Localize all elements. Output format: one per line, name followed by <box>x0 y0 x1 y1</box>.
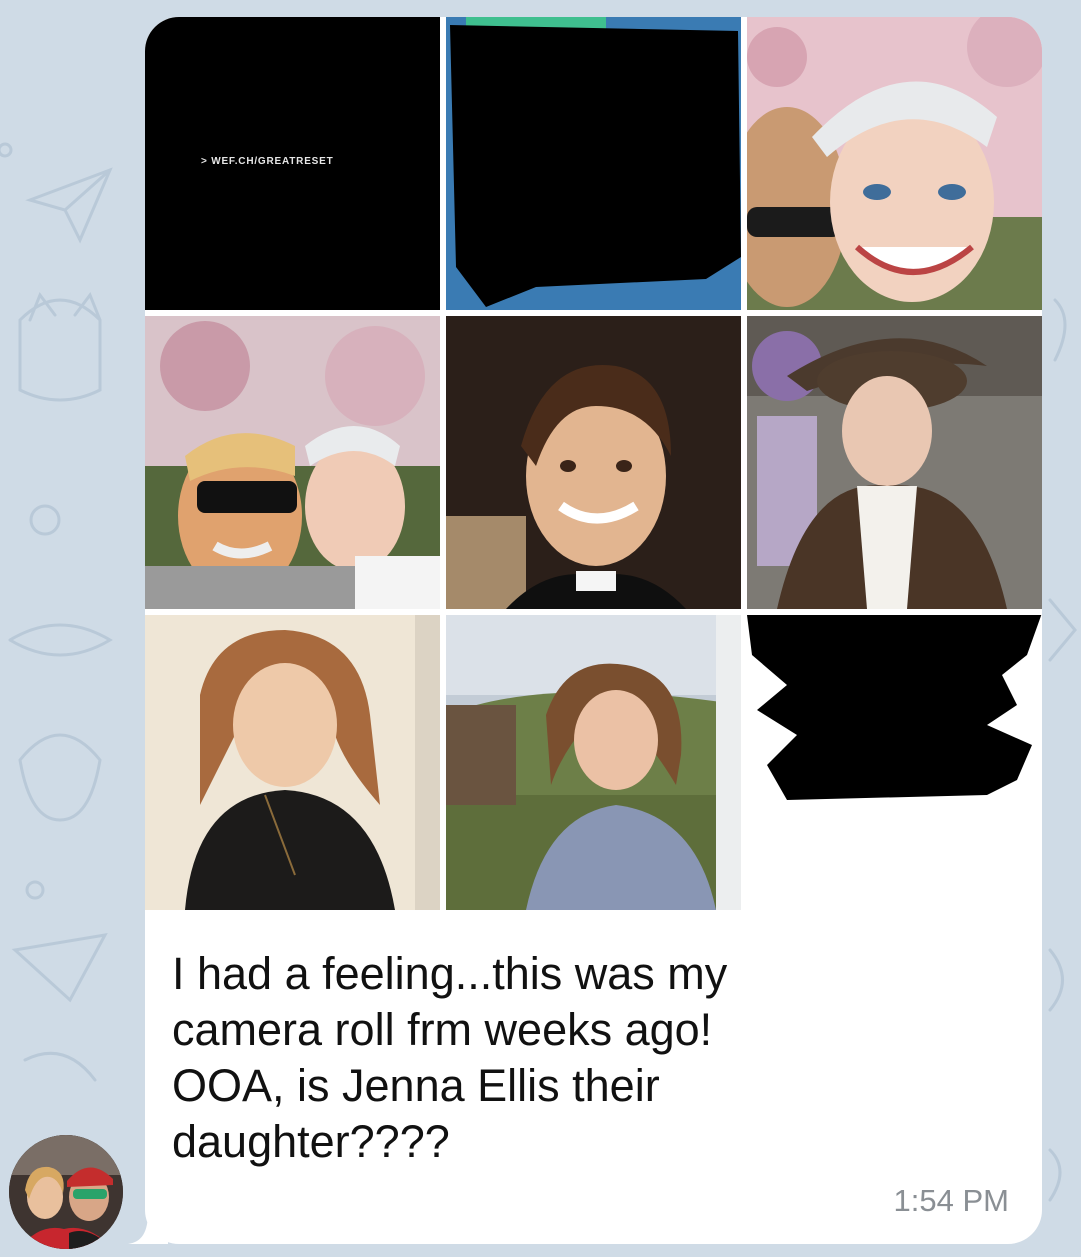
photo-woman-brown-hat[interactable] <box>747 316 1042 609</box>
paper-plane-icon <box>25 167 113 244</box>
photo-grid[interactable]: > WEF.CH/GREATRESET <box>145 17 1042 910</box>
photo-girl-black-sweater[interactable] <box>145 615 440 910</box>
wef-url-text: > WEF.CH/GREATRESET <box>201 156 334 167</box>
photo-couple-selfie-sunglasses[interactable] <box>145 316 440 609</box>
photo-girl-outdoors-blue-sweater[interactable] <box>446 615 741 910</box>
sender-avatar[interactable] <box>9 1135 123 1249</box>
message-text: I had a feeling...this was my camera rol… <box>172 948 728 1167</box>
photo-boy-smiling-portrait[interactable] <box>446 316 741 609</box>
message-timestamp: 1:54 PM <box>893 1183 1009 1218</box>
cat-doodle-icon <box>18 291 102 402</box>
photo-redacted-text-screenshot[interactable] <box>747 615 1042 910</box>
photo-redacted[interactable] <box>446 17 741 310</box>
photo-wef-black-card[interactable]: > WEF.CH/GREATRESET <box>145 17 440 310</box>
paper-plane-icon <box>11 933 108 1003</box>
message-bubble[interactable]: > WEF.CH/GREATRESET I had a feeling...th… <box>145 17 1042 1244</box>
photo-woman-white-cap-selfie[interactable] <box>747 17 1042 310</box>
